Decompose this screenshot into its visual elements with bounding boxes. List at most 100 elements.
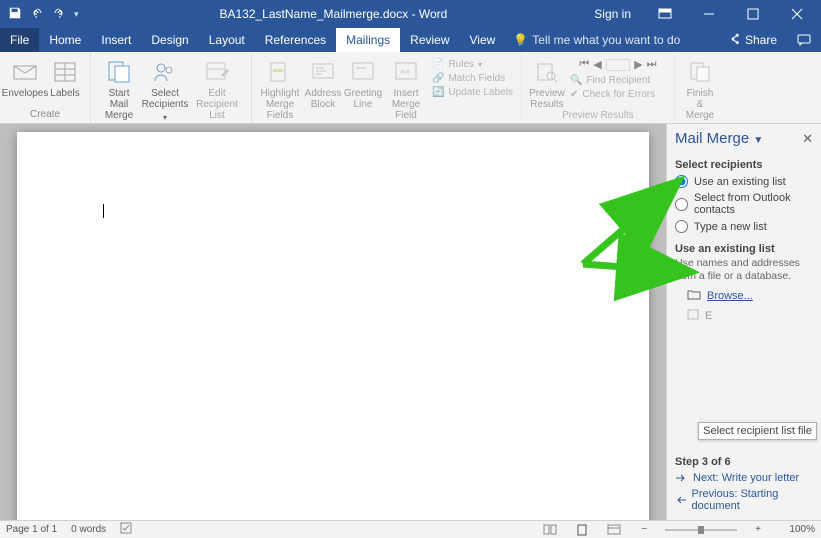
start-mail-label: Start Mail Merge	[99, 88, 139, 121]
radio-existing-input[interactable]	[675, 175, 688, 188]
address-icon	[312, 58, 334, 86]
next-step-label: Next: Write your letter	[693, 472, 799, 484]
tab-review[interactable]: Review	[400, 28, 459, 52]
titlebar: ▾ BA132_LastName_Mailmerge.docx - Word S…	[0, 0, 821, 28]
window-title: BA132_LastName_Mailmerge.docx - Word	[87, 7, 581, 21]
finish-icon	[689, 58, 711, 86]
group-create-label: Create	[6, 109, 84, 121]
insert-merge-field-button[interactable]: «» Insert Merge Field▾	[384, 56, 428, 134]
ribbon: Envelopes Labels Create Start Mail Merge…	[0, 52, 821, 124]
taskpane-close-icon[interactable]: ✕	[802, 131, 813, 147]
edit-recipient-list-button[interactable]: Edit Recipient List	[189, 56, 245, 134]
start-mail-merge-button[interactable]: Start Mail Merge▾	[97, 56, 141, 134]
share-label: Share	[745, 33, 777, 47]
finish-label: Finish & Merge	[683, 88, 717, 121]
tab-references[interactable]: References	[255, 28, 336, 52]
greeting-icon	[352, 58, 374, 86]
match-fields-button[interactable]: 🔗Match Fields	[430, 72, 515, 85]
radio-outlook[interactable]: Select from Outlook contacts	[675, 190, 813, 218]
zoom-out-icon[interactable]: −	[637, 524, 651, 535]
check-errors-button[interactable]: ✔Check for Errors	[568, 88, 668, 101]
document-page[interactable]	[17, 132, 649, 520]
tab-mailings[interactable]: Mailings	[336, 28, 400, 52]
group-write-insert: Highlight Merge Fields Address Block Gre…	[252, 52, 522, 123]
status-page[interactable]: Page 1 of 1	[6, 524, 57, 535]
signin-button[interactable]: Sign in	[584, 7, 641, 21]
taskpane-menu-icon[interactable]: ▼	[753, 135, 763, 146]
print-layout-icon[interactable]	[573, 523, 591, 537]
labels-button[interactable]: Labels	[46, 56, 84, 99]
radio-newlist-label: Type a new list	[694, 221, 767, 233]
minimize-icon[interactable]	[689, 0, 729, 28]
zoom-slider[interactable]	[665, 529, 737, 531]
rules-button[interactable]: 📄Rules ▾	[430, 58, 515, 71]
tab-layout[interactable]: Layout	[199, 28, 255, 52]
preview-results-button[interactable]: Preview Results	[528, 56, 566, 110]
browse-link-row[interactable]: Browse...	[675, 283, 813, 305]
radio-existing-list[interactable]: Use an existing list	[675, 173, 813, 190]
radio-existing-label: Use an existing list	[694, 176, 786, 188]
greeting-label: Greeting Line	[344, 88, 382, 110]
find-icon: 🔍	[570, 75, 582, 86]
qat-customize-icon[interactable]: ▾	[74, 9, 79, 20]
select-recipients-button[interactable]: Select Recipients▾	[143, 56, 187, 134]
tab-view[interactable]: View	[460, 28, 506, 52]
rules-icon: 📄	[432, 59, 444, 70]
update-labels-button[interactable]: 🔄Update Labels	[430, 86, 515, 99]
existing-hint: Use names and addresses from a file or a…	[675, 257, 813, 283]
tab-file[interactable]: File	[0, 28, 39, 52]
browse-link[interactable]: Browse...	[707, 290, 753, 302]
share-icon	[729, 33, 741, 48]
last-record-icon[interactable]: ⏭	[647, 58, 657, 71]
envelopes-button[interactable]: Envelopes	[6, 56, 44, 99]
prev-step-link[interactable]: Previous: Starting document	[675, 486, 813, 514]
web-layout-icon[interactable]	[605, 523, 623, 537]
comments-icon[interactable]	[787, 28, 821, 52]
radio-outlook-input[interactable]	[675, 198, 688, 211]
tab-home[interactable]: Home	[39, 28, 91, 52]
next-record-icon[interactable]: ▶	[634, 58, 642, 71]
edit-recipient-link-row[interactable]: E	[675, 305, 813, 325]
status-proofing-icon[interactable]	[120, 522, 134, 537]
highlight-label: Highlight Merge Fields	[260, 88, 300, 121]
lightbulb-icon: 💡	[513, 33, 528, 47]
maximize-icon[interactable]	[733, 0, 773, 28]
radio-newlist-input[interactable]	[675, 220, 688, 233]
finish-merge-button[interactable]: Finish & Merge▾	[681, 56, 719, 134]
record-number-field[interactable]	[606, 59, 631, 71]
record-nav[interactable]: ⏮ ◀ ▶ ⏭	[568, 58, 668, 73]
close-icon[interactable]	[777, 0, 817, 28]
check-icon: ✔	[570, 89, 578, 100]
rules-label: Rules	[448, 59, 474, 70]
tellme-search[interactable]: 💡 Tell me what you want to do	[513, 28, 680, 52]
section-use-existing: Use an existing list	[675, 235, 813, 257]
status-bar: Page 1 of 1 0 words − + 100%	[0, 520, 821, 538]
status-words[interactable]: 0 words	[71, 524, 106, 535]
tab-insert[interactable]: Insert	[91, 28, 141, 52]
first-record-icon[interactable]: ⏮	[579, 58, 589, 71]
preview-icon	[536, 58, 558, 86]
highlight-fields-button[interactable]: Highlight Merge Fields	[258, 56, 302, 134]
share-button[interactable]: Share	[719, 28, 787, 52]
ribbon-display-options-icon[interactable]	[645, 0, 685, 28]
highlight-icon	[269, 58, 291, 86]
save-icon[interactable]	[8, 6, 22, 23]
tab-design[interactable]: Design	[141, 28, 198, 52]
address-block-button[interactable]: Address Block	[304, 56, 342, 134]
undo-icon[interactable]	[30, 6, 44, 23]
preview-label: Preview Results	[529, 88, 565, 110]
zoom-level[interactable]: 100%	[779, 524, 815, 535]
next-step-link[interactable]: Next: Write your letter	[675, 470, 813, 486]
greeting-line-button[interactable]: Greeting Line	[344, 56, 382, 134]
tellme-label: Tell me what you want to do	[532, 33, 680, 47]
redo-icon[interactable]	[52, 6, 66, 23]
browse-tooltip: Select recipient list file	[698, 422, 817, 440]
find-recipient-button[interactable]: 🔍Find Recipient	[568, 74, 668, 87]
radio-new-list[interactable]: Type a new list	[675, 218, 813, 235]
merge-field-icon: «»	[395, 58, 417, 86]
zoom-in-icon[interactable]: +	[751, 524, 765, 535]
document-pane[interactable]	[0, 124, 666, 520]
read-mode-icon[interactable]	[541, 523, 559, 537]
prev-record-icon[interactable]: ◀	[593, 58, 601, 71]
group-preview-label: Preview Results	[528, 110, 668, 122]
